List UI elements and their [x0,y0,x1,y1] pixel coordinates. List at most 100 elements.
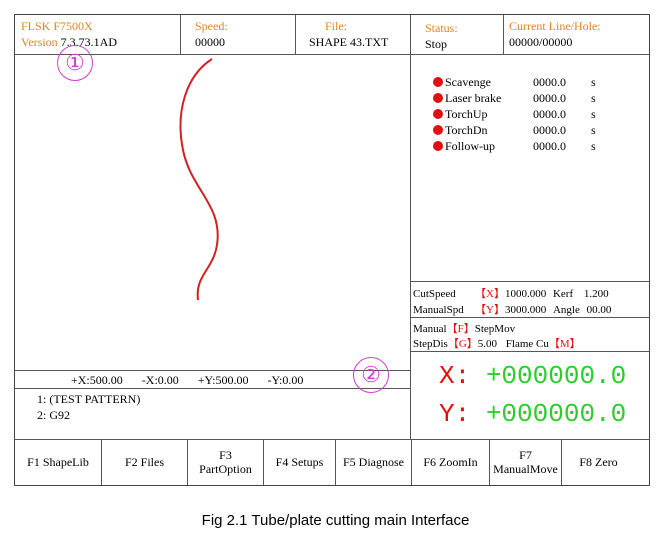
current-line-value: 00000/00000 [509,35,573,49]
cut-path-preview [179,58,219,301]
status-led-icon [433,109,443,119]
io-status-row: TorchUp 0000.0 s [433,107,596,122]
y-label: Y: [439,399,471,429]
version-label: Version [21,35,58,49]
fkey-label: F7 [519,448,532,462]
flame-key[interactable]: 【M】 [549,338,581,350]
file-label: File: [325,19,348,33]
fkey-button-3[interactable]: F3 PartOption [187,439,263,485]
angle-value: 00.00 [586,304,612,316]
speed-value: 00000 [195,35,225,49]
io-unit: s [591,75,596,89]
manualspd-key[interactable]: 【Y】 [475,304,505,316]
fkey-label: F3 [219,448,232,462]
figure-caption: Fig 2.1 Tube/plate cutting main Interfac… [201,512,470,529]
fkey-button-2[interactable]: F2 Files [101,439,187,485]
fkey-button-5[interactable]: F5 Diagnose [335,439,411,485]
header-sep [180,15,181,54]
io-name: Follow-up [445,139,496,153]
limit-xpos: +X:500.00 [71,373,123,387]
limit-yneg: -Y:0.00 [267,373,304,387]
mode-divider [410,317,649,318]
fkey-button-1[interactable]: F1 ShapeLib [15,439,101,485]
y-value: +000000.0 [485,399,627,429]
io-name: TorchUp [445,107,488,121]
cutspeed-label: CutSpeed [413,288,456,300]
fkey-button-6[interactable]: F6 ZoomIn [411,439,489,485]
io-value: 0000.0 [533,123,566,137]
x-coordinate: X: +000000.0 [439,361,626,391]
io-name: Scavenge [445,75,491,89]
io-name: Laser brake [445,91,502,105]
cutspeed-value: 1000.000 [504,288,547,300]
io-status-row: Scavenge 0000.0 s [433,75,596,90]
fkey-button-7[interactable]: F7 ManualMove [489,439,561,485]
kerf-value: 1.200 [583,288,609,300]
file-value: SHAPE 43.TXT [309,35,389,49]
limits-top-divider [15,370,410,371]
speed-label: Speed: [195,19,228,33]
fkey-label: F4 Setups [275,455,324,469]
fkey-sublabel: PartOption [199,462,252,476]
io-status-row: TorchDn 0000.0 s [433,123,596,138]
stepdis-row: StepDis【G】5.00 Flame Cu【M】 [413,335,581,351]
flame-label: Flame Cu [505,338,549,350]
fkey-label: F8 Zero [579,455,618,469]
status-led-icon [433,141,443,151]
io-value: 0000.0 [533,107,566,121]
status-label: Status: [425,21,458,35]
fkey-label: F5 Diagnose [343,455,404,469]
manual-label: Manual [413,323,447,335]
x-value: +000000.0 [485,361,627,391]
io-unit: s [591,123,596,137]
manual-value: StepMov [474,323,516,335]
cnc-main-screen: FLSK F7500X Version 7.3.73.1AD Speed: 00… [14,14,650,486]
stepdis-value: 5.00 [477,338,498,350]
io-status-row: Follow-up 0000.0 s [433,139,596,154]
io-unit: s [591,139,596,153]
io-value: 0000.0 [533,139,566,153]
manual-mode-row: Manual【F】StepMov [413,320,515,336]
fkey-label: F2 Files [124,455,164,469]
manualspd-value: 3000.000 [504,304,547,316]
main-right-divider [410,15,411,439]
cutspeed-row: CutSpeed 【X】1000.000 Kerf 1.200 [413,285,609,301]
fkey-label: F1 ShapeLib [27,455,89,469]
limit-xneg: -X:0.00 [141,373,179,387]
x-label: X: [439,361,471,391]
limit-ypos: +Y:500.00 [197,373,249,387]
y-coordinate: Y: +000000.0 [439,399,626,429]
io-unit: s [591,91,596,105]
stepdis-key[interactable]: 【G】 [448,338,478,350]
status-led-icon [433,93,443,103]
cut-path-curve [179,58,219,301]
status-led-icon [433,125,443,135]
brand-name: FLSK F7500X [21,19,93,33]
soft-limits: +X:500.00 -X:0.00 +Y:500.00 -Y:0.00 [71,373,303,388]
fkey-sublabel: ManualMove [493,462,558,476]
manual-key[interactable]: 【F】 [447,323,475,335]
io-name: TorchDn [445,123,488,137]
limits-bottom-divider [15,388,410,389]
program-line: 1: (TEST PATTERN) [37,392,141,406]
io-unit: s [591,107,596,121]
params-divider [410,281,649,282]
annotation-marker-2: ② [353,357,389,393]
io-value: 0000.0 [533,75,566,89]
fkey-button-8[interactable]: F8 Zero [561,439,635,485]
coords-divider [410,351,649,352]
manualspd-label: ManualSpd [413,304,464,316]
status-value: Stop [425,37,448,51]
status-led-icon [433,77,443,87]
io-value: 0000.0 [533,91,566,105]
cutspeed-key[interactable]: 【X】 [475,288,505,300]
current-line-label: Current Line/Hole: [509,19,601,33]
header-sep [295,15,296,54]
header-divider [15,54,649,55]
io-status-row: Laser brake 0000.0 s [433,91,596,106]
annotation-marker-1: ① [57,45,93,81]
fkey-button-4[interactable]: F4 Setups [263,439,335,485]
stepdis-label: StepDis [413,338,448,350]
header-sep [503,15,504,54]
manualspd-row: ManualSpd 【Y】3000.000 Angle 00.00 [413,301,611,317]
